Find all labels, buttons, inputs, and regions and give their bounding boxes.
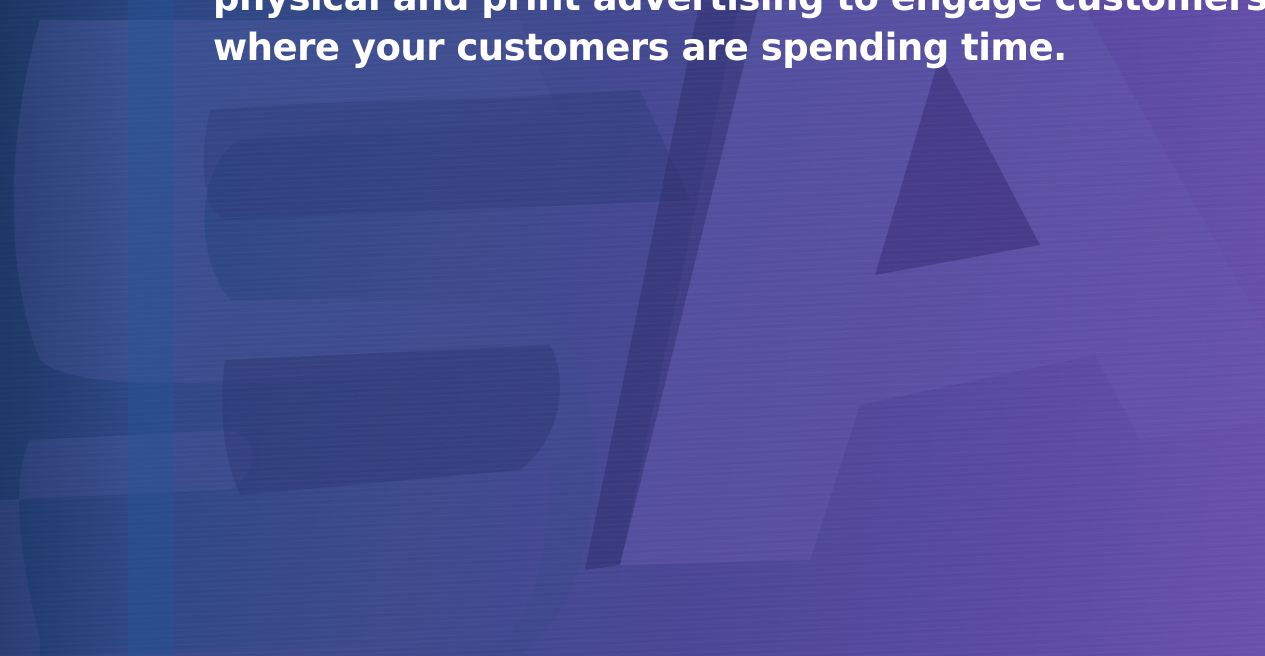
- left-shade-overlay: [0, 0, 130, 656]
- left-accent-strip: [128, 0, 174, 656]
- brushed-metal-letters-image: [0, 0, 1265, 656]
- hero-headline: physical and print advertising to engage…: [213, 0, 1265, 73]
- letter-a-shape: [585, 0, 1265, 570]
- hero-section: physical and print advertising to engage…: [0, 0, 1265, 656]
- headline-line-1: physical and print advertising to engage…: [213, 0, 1265, 23]
- headline-line-2: where your customers are spending time.: [213, 26, 1067, 69]
